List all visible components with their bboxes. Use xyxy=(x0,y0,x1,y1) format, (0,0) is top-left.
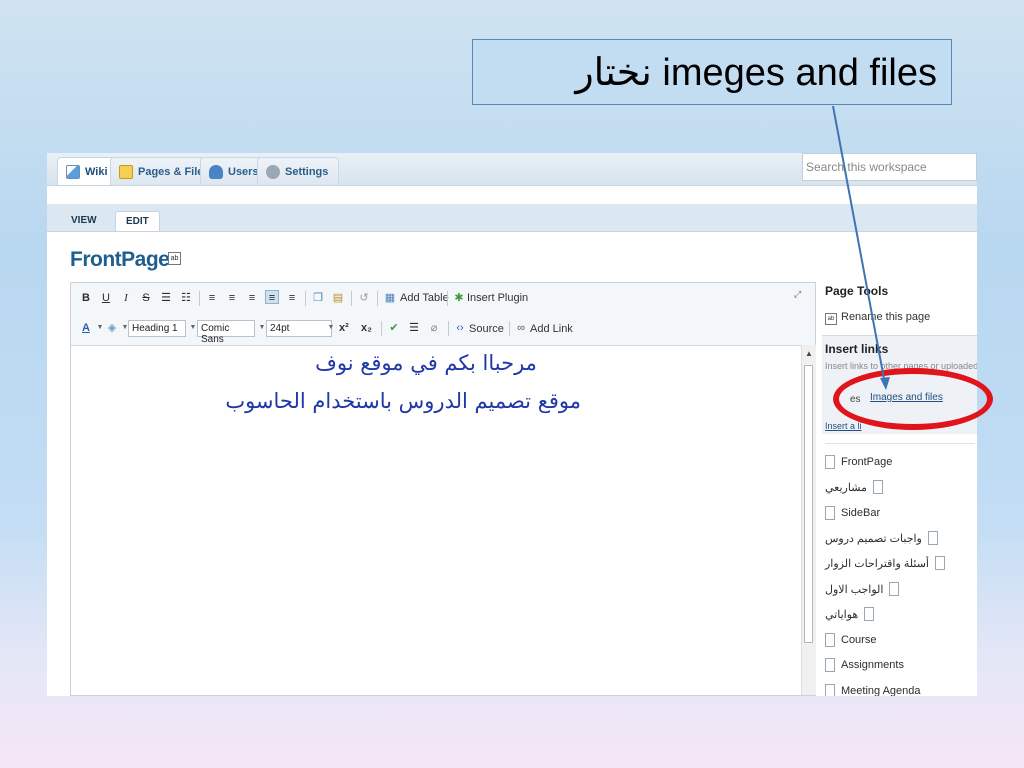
arrow-line xyxy=(832,105,886,385)
annotation-arrow xyxy=(832,105,890,390)
arrow-head xyxy=(880,377,890,390)
